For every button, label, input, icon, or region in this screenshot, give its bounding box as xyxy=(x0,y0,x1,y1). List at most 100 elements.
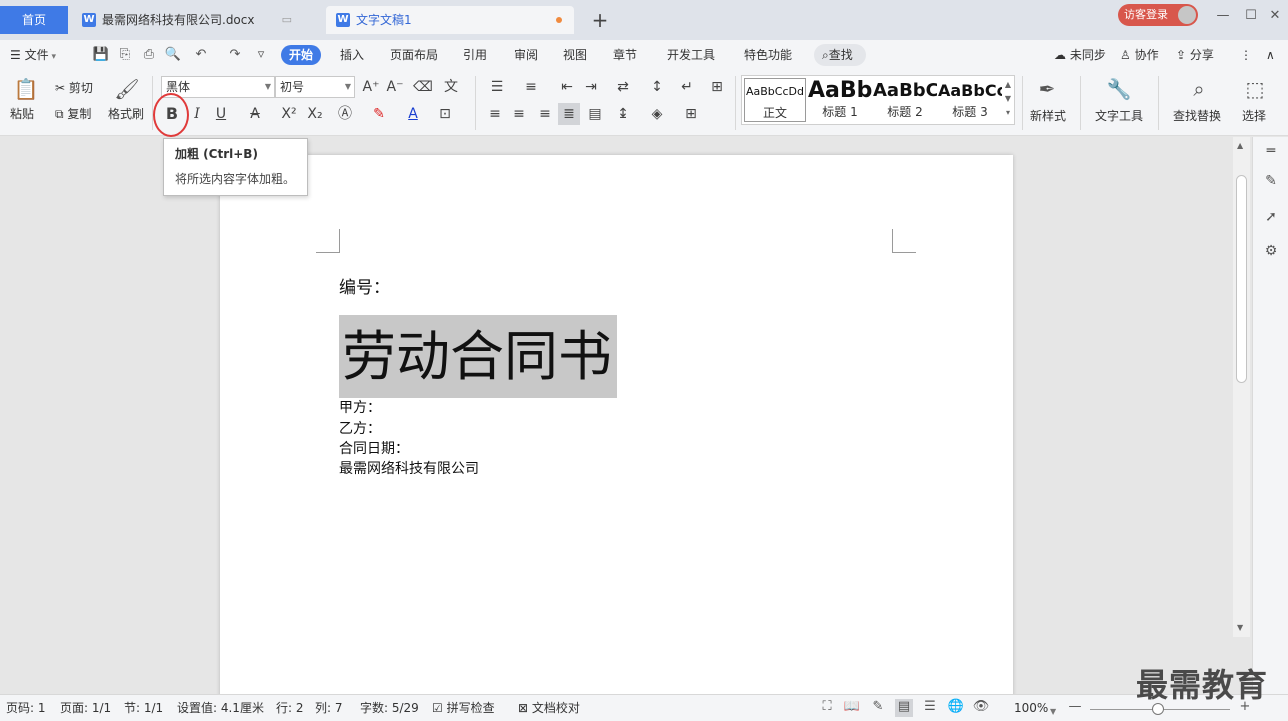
text-effect-icon[interactable]: Ⓐ xyxy=(334,103,356,125)
status-section[interactable]: 节: 1/1 xyxy=(124,700,163,716)
panel-menu-icon[interactable]: ═ xyxy=(1262,143,1280,161)
web-view-icon[interactable]: 🌐 xyxy=(947,699,965,717)
paste-button[interactable]: 粘贴 xyxy=(10,106,34,122)
copy-button[interactable]: ⧉ 复制 xyxy=(55,106,91,122)
tab-view[interactable]: 视图 xyxy=(563,45,587,65)
pen-icon[interactable]: ✎ xyxy=(1262,173,1280,191)
status-word-count[interactable]: 字数: 5/29 xyxy=(360,700,419,716)
login-button[interactable]: 访客登录 xyxy=(1118,4,1198,26)
tab-review[interactable]: 审阅 xyxy=(514,45,538,65)
vertical-scrollbar[interactable]: ▲ ▼ xyxy=(1233,137,1250,637)
print-icon[interactable]: ⎙ xyxy=(140,45,158,65)
style-heading-3[interactable]: AaBbCc 标题 3 xyxy=(938,78,1002,122)
select-button[interactable]: 选择 xyxy=(1234,107,1274,124)
minimize-button[interactable]: — xyxy=(1212,6,1234,26)
redo-icon[interactable]: ↷ xyxy=(226,45,244,65)
new-style-icon[interactable]: ✒ xyxy=(1034,76,1060,102)
find-replace-icon[interactable]: ⌕ xyxy=(1186,76,1212,102)
borders-icon[interactable]: ⊞ xyxy=(680,103,702,125)
document-proof-button[interactable]: ⊠ 文档校对 xyxy=(518,700,580,716)
document-line[interactable]: 乙方： xyxy=(339,419,381,439)
status-row[interactable]: 行: 2 xyxy=(276,700,304,716)
zoom-level[interactable]: 100% xyxy=(1014,700,1048,716)
highlight-icon[interactable]: ✎ xyxy=(368,103,390,125)
outline-view-icon[interactable]: ☰ xyxy=(921,699,939,717)
justify-icon[interactable]: ≣ xyxy=(558,103,580,125)
format-painter-icon[interactable]: 🖌 xyxy=(114,76,140,102)
document-title[interactable]: 劳动合同书 xyxy=(339,315,617,398)
status-pages[interactable]: 页面: 1/1 xyxy=(60,700,111,716)
font-size-select[interactable]: 初号 ▼ xyxy=(275,76,355,98)
align-right-icon[interactable]: ≡ xyxy=(534,103,556,125)
pinyin-guide-icon[interactable]: 文 xyxy=(440,76,462,98)
eye-protection-icon[interactable]: 👁 xyxy=(972,699,990,717)
page-view-icon[interactable]: ▤ xyxy=(895,699,913,717)
document-line[interactable]: 甲方： xyxy=(339,398,381,418)
line-spacing-icon[interactable]: ↨ xyxy=(612,103,634,125)
italic-button[interactable]: I xyxy=(186,103,208,125)
find-replace-button[interactable]: 查找替换 xyxy=(1168,107,1226,124)
tab-document-1[interactable]: W 最需网络科技有限公司.docx ▭ xyxy=(72,6,322,34)
format-painter-button[interactable]: 格式刷 xyxy=(108,106,144,122)
reading-mode-icon[interactable]: 📖 xyxy=(843,699,861,717)
tab-special[interactable]: 特色功能 xyxy=(744,45,792,65)
wrench-icon[interactable]: 🔧 xyxy=(1106,76,1132,102)
document-page[interactable]: 编号： 劳动合同书 甲方： 乙方： 合同日期： 最需网络科技有限公司 xyxy=(220,155,1013,715)
cut-button[interactable]: ✂ 剪切 xyxy=(55,80,93,96)
more-options-icon[interactable]: ⋮ xyxy=(1240,45,1252,65)
subscript-button[interactable]: X₂ xyxy=(304,103,326,125)
style-normal[interactable]: AaBbCcDd 正文 xyxy=(744,78,806,122)
tab-document-2[interactable]: W 文字文稿1 xyxy=(326,6,574,34)
status-page-number[interactable]: 页码: 1 xyxy=(6,700,46,716)
tab-developer[interactable]: 开发工具 xyxy=(667,45,715,65)
spell-check-button[interactable]: ☑ 拼写检查 xyxy=(432,700,495,716)
edit-mode-icon[interactable]: ✎ xyxy=(869,699,887,717)
sync-status[interactable]: ☁ 未同步 xyxy=(1054,45,1106,65)
file-menu[interactable]: ☰ 文件 ▾ xyxy=(10,45,56,65)
text-tools-button[interactable]: 文字工具 xyxy=(1090,107,1148,124)
style-heading-2[interactable]: AaBbC 标题 2 xyxy=(873,78,937,122)
underline-button[interactable]: U xyxy=(210,103,232,125)
clipboard-icon[interactable]: 📋 xyxy=(13,76,39,102)
font-color-button[interactable]: A xyxy=(402,103,424,125)
style-heading-1[interactable]: AaBb 标题 1 xyxy=(808,78,872,122)
save-icon[interactable]: 💾 xyxy=(92,45,110,65)
strikethrough-button[interactable]: A xyxy=(244,103,266,125)
new-style-button[interactable]: 新样式 xyxy=(1024,107,1072,124)
clear-format-icon[interactable]: ⌫ xyxy=(412,76,434,98)
increase-font-icon[interactable]: A⁺ xyxy=(360,76,382,98)
print-preview-icon[interactable]: 🔍 xyxy=(164,45,182,65)
scroll-down-icon[interactable]: ▼ xyxy=(1237,623,1243,632)
sort-icon[interactable]: ↕ xyxy=(646,76,668,98)
style-gallery-scroll[interactable]: ▲ ▼ ▾ xyxy=(1003,78,1013,122)
collaborate-button[interactable]: ♙ 协作 xyxy=(1120,45,1159,65)
character-border-icon[interactable]: ⊡ xyxy=(434,103,456,125)
scrollbar-thumb[interactable] xyxy=(1236,175,1247,383)
decrease-font-icon[interactable]: A⁻ xyxy=(384,76,406,98)
tab-chapter[interactable]: 章节 xyxy=(613,45,637,65)
collapse-ribbon-icon[interactable]: ∧ xyxy=(1266,45,1275,65)
scroll-up-icon[interactable]: ▲ xyxy=(1237,141,1243,150)
chevron-down-icon[interactable]: ▼ xyxy=(1050,704,1056,720)
undo-icon[interactable]: ↶ xyxy=(192,45,210,65)
fullscreen-icon[interactable]: ⛶ xyxy=(818,699,836,717)
align-left-icon[interactable]: ≡ xyxy=(484,103,506,125)
document-line[interactable]: 最需网络科技有限公司 xyxy=(339,459,479,479)
superscript-button[interactable]: X² xyxy=(278,103,300,125)
shading-icon[interactable]: ◈ xyxy=(646,103,668,125)
cursor-icon[interactable]: ➚ xyxy=(1262,209,1280,227)
table-tools-icon[interactable]: ⊞ xyxy=(706,76,728,98)
tab-insert[interactable]: 插入 xyxy=(340,45,364,65)
share-button[interactable]: ⇪ 分享 xyxy=(1176,45,1214,65)
zoom-out-icon[interactable]: — xyxy=(1066,699,1084,717)
tab-page-layout[interactable]: 页面布局 xyxy=(390,45,438,65)
numbered-list-icon[interactable]: ≡ xyxy=(520,76,542,98)
close-window-button[interactable]: ✕ xyxy=(1264,6,1286,26)
export-pdf-icon[interactable]: ⎘ xyxy=(116,45,134,65)
distributed-align-icon[interactable]: ▤ xyxy=(584,103,606,125)
select-icon[interactable]: ⬚ xyxy=(1242,76,1268,102)
tab-start[interactable]: 开始 xyxy=(281,45,322,65)
customize-toolbar-icon[interactable]: ▿ xyxy=(252,45,270,65)
align-center-icon[interactable]: ≡ xyxy=(508,103,530,125)
status-setting[interactable]: 设置值: 4.1厘米 xyxy=(177,700,264,716)
